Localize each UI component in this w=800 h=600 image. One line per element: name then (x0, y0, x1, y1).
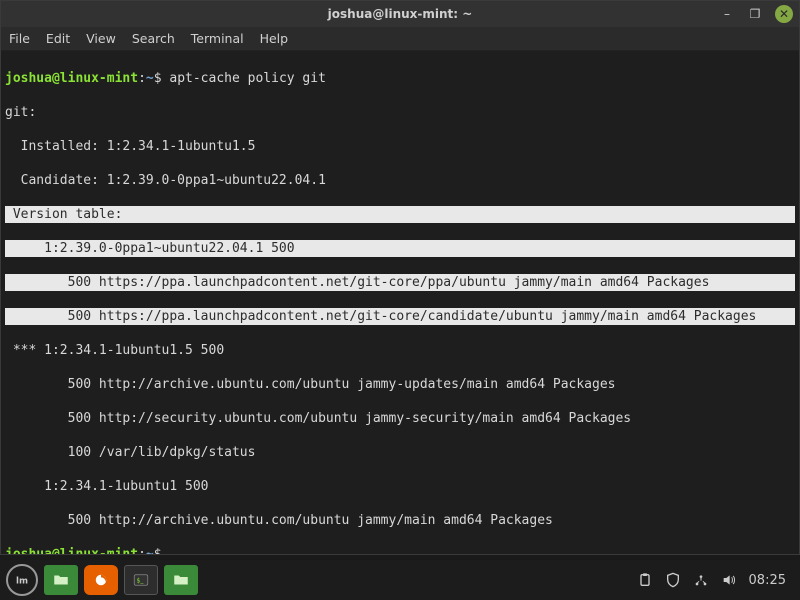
window-controls: – ❐ ✕ (719, 5, 793, 23)
taskbar-terminal-active[interactable]: $_ (124, 565, 158, 595)
mint-logo-icon: lm (14, 572, 30, 588)
output-line-highlight: 500 https://ppa.launchpadcontent.net/git… (5, 308, 795, 325)
prompt-sep: : (138, 547, 146, 554)
prompt-line: joshua@linux-mint:~$ (5, 546, 795, 554)
output-line: git: (5, 104, 795, 121)
output-line: Candidate: 1:2.39.0-0ppa1~ubuntu22.04.1 (5, 172, 795, 189)
terminal-icon: $_ (132, 571, 150, 589)
terminal-window: joshua@linux-mint: ~ – ❐ ✕ File Edit Vie… (0, 0, 800, 555)
files-icon (172, 571, 190, 589)
output-line: 500 http://archive.ubuntu.com/ubuntu jam… (5, 512, 795, 529)
prompt-path: ~ (146, 71, 154, 86)
output-line-highlight: 1:2.39.0-0ppa1~ubuntu22.04.1 500 (5, 240, 795, 257)
output-line: 500 http://security.ubuntu.com/ubuntu ja… (5, 410, 795, 427)
taskbar-files[interactable] (164, 565, 198, 595)
output-line-highlight: 500 https://ppa.launchpadcontent.net/git… (5, 274, 795, 291)
taskbar-firefox[interactable] (84, 565, 118, 595)
terminal-body[interactable]: joshua@linux-mint:~$ apt-cache policy gi… (1, 51, 799, 554)
output-line: Installed: 1:2.34.1-1ubuntu1.5 (5, 138, 795, 155)
menu-help[interactable]: Help (260, 31, 289, 46)
menu-view[interactable]: View (86, 31, 116, 46)
menu-search[interactable]: Search (132, 31, 175, 46)
close-button[interactable]: ✕ (775, 5, 793, 23)
volume-icon[interactable] (721, 572, 737, 588)
menu-file[interactable]: File (9, 31, 30, 46)
output-line-highlight: Version table: (5, 206, 795, 223)
firefox-icon (92, 571, 110, 589)
prompt-path: ~ (146, 547, 154, 554)
menu-bar: File Edit View Search Terminal Help (1, 27, 799, 51)
shield-icon[interactable] (665, 572, 681, 588)
prompt-sep: : (138, 71, 146, 86)
clipboard-icon[interactable] (637, 572, 653, 588)
prompt-user: joshua@linux-mint (5, 547, 138, 554)
prompt-symbol: $ (154, 71, 162, 86)
network-icon[interactable] (693, 572, 709, 588)
output-line: 100 /var/lib/dpkg/status (5, 444, 795, 461)
taskbar-file-manager[interactable] (44, 565, 78, 595)
menu-edit[interactable]: Edit (46, 31, 70, 46)
maximize-button[interactable]: ❐ (747, 6, 763, 22)
prompt-symbol: $ (154, 547, 162, 554)
taskbar: lm $_ 08:25 (0, 560, 800, 600)
prompt-user: joshua@linux-mint (5, 71, 138, 86)
folder-icon (52, 571, 70, 589)
menu-terminal[interactable]: Terminal (191, 31, 244, 46)
system-tray: 08:25 (637, 572, 794, 588)
prompt-line: joshua@linux-mint:~$ apt-cache policy gi… (5, 70, 795, 87)
command-text: apt-cache policy git (169, 71, 326, 86)
output-line: *** 1:2.34.1-1ubuntu1.5 500 (5, 342, 795, 359)
start-menu-button[interactable]: lm (6, 564, 38, 596)
clock[interactable]: 08:25 (749, 573, 786, 588)
minimize-button[interactable]: – (719, 6, 735, 22)
svg-text:lm: lm (16, 576, 28, 586)
window-title: joshua@linux-mint: ~ (328, 7, 473, 21)
output-line: 500 http://archive.ubuntu.com/ubuntu jam… (5, 376, 795, 393)
output-line: 1:2.34.1-1ubuntu1 500 (5, 478, 795, 495)
title-bar: joshua@linux-mint: ~ – ❐ ✕ (1, 1, 799, 27)
svg-text:$_: $_ (137, 577, 145, 584)
